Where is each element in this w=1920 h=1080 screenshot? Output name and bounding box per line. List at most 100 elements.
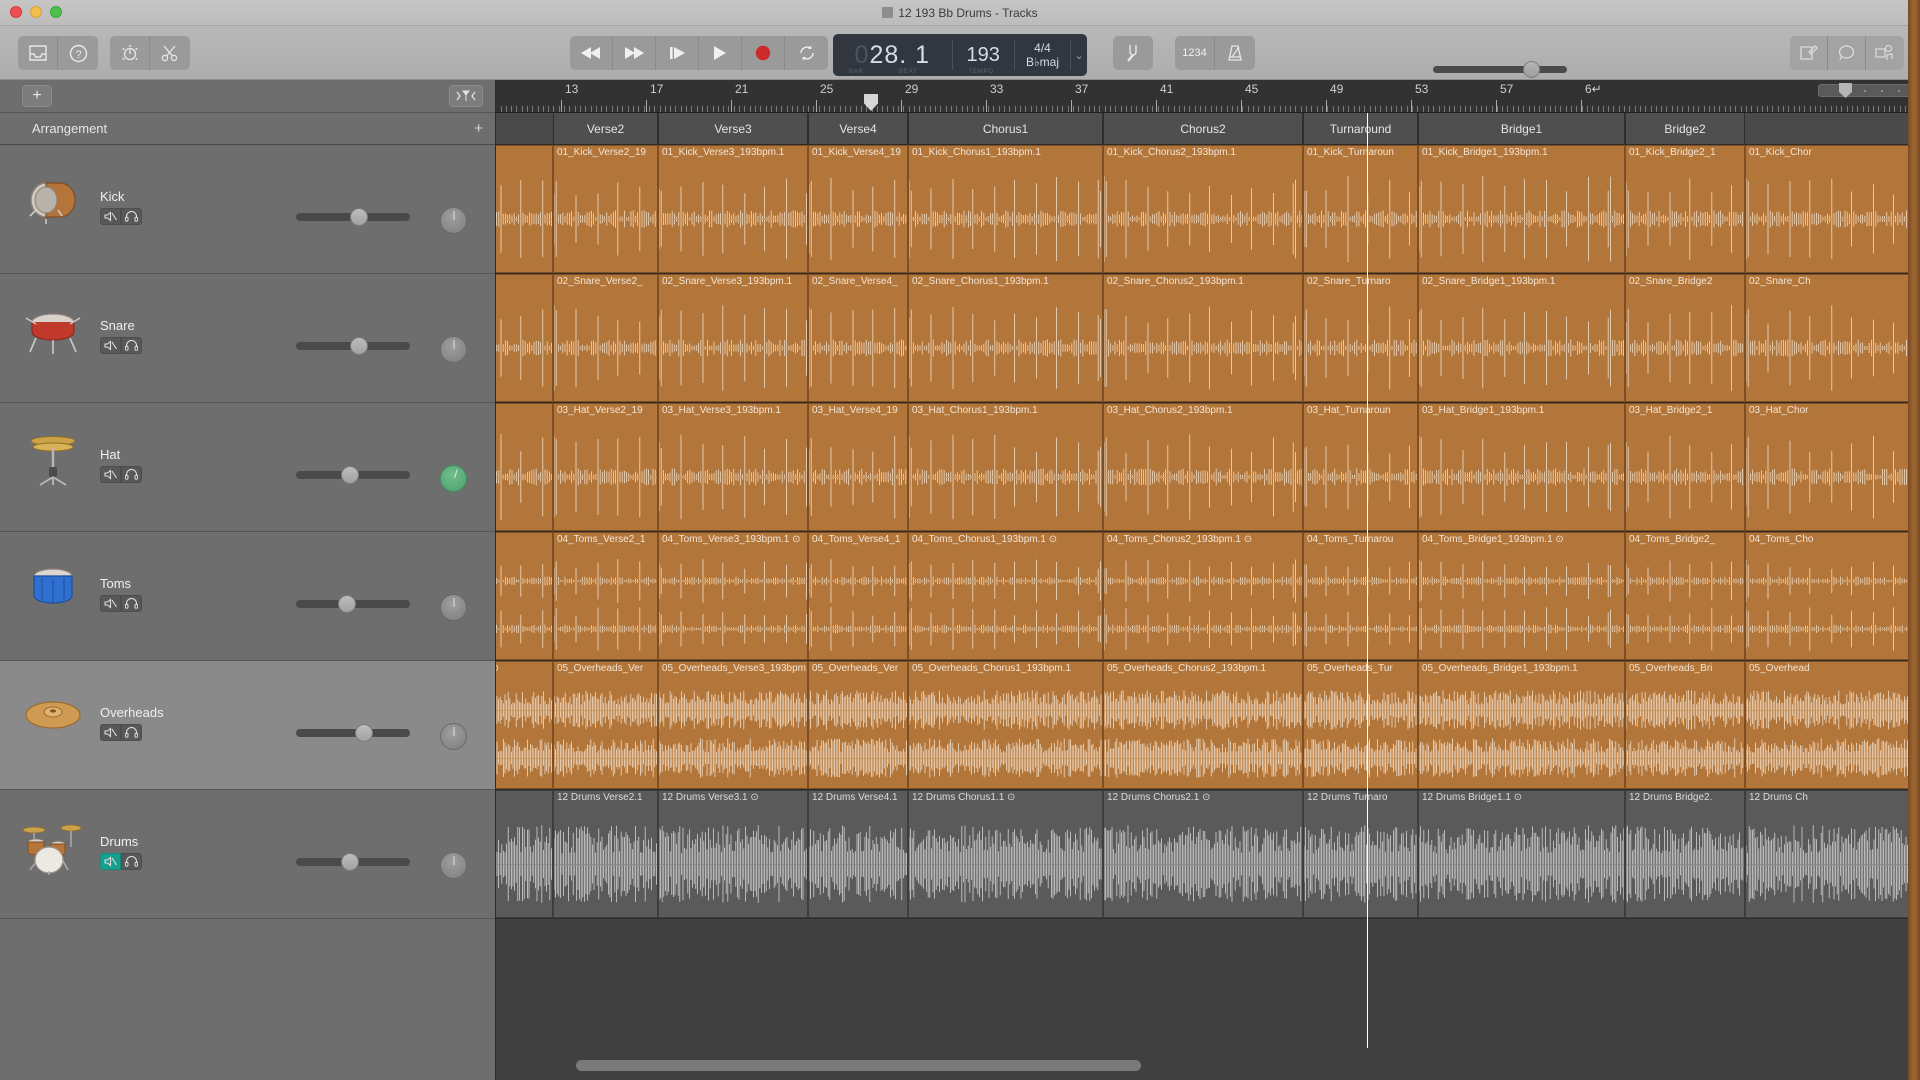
scissors-editors-button[interactable] bbox=[150, 36, 190, 70]
record-button[interactable] bbox=[742, 36, 785, 70]
horizontal-scrollbar-thumb[interactable] bbox=[576, 1060, 1141, 1071]
arrangement-marker[interactable]: Bridge2 bbox=[1625, 113, 1745, 144]
audio-region[interactable]: 04_Toms_Verse2_1 bbox=[553, 532, 658, 660]
horizontal-zoom-slider[interactable] bbox=[1818, 83, 1912, 98]
audio-region[interactable]: 12 Drums Turnaro bbox=[1303, 790, 1418, 918]
lcd-tempo-field[interactable]: 193 TEMPO bbox=[953, 34, 1014, 76]
audio-region[interactable]: 12 Drums Verse3.1 ⊙ bbox=[658, 790, 808, 918]
timeline-area[interactable]: 13 17 21 25 29 33 37 41 45 49 53 57 6↵ Verse2 Verse3 V… bbox=[496, 80, 1920, 1080]
help-question-button[interactable]: ? bbox=[58, 36, 98, 70]
mute-button-toms[interactable] bbox=[100, 595, 121, 612]
solo-button-hat[interactable] bbox=[121, 466, 142, 483]
audio-region[interactable]: 05_Overheads_Tur bbox=[1303, 661, 1418, 789]
audio-region[interactable]: 02_Snare_Bridge1_193bpm.1 bbox=[1418, 274, 1625, 402]
audio-region[interactable]: .1 bbox=[496, 274, 553, 402]
audio-region[interactable]: 01_Kick_Chorus1_193bpm.1 bbox=[908, 145, 1103, 273]
pan-knob-kick[interactable] bbox=[440, 207, 467, 234]
volume-slider-drums[interactable] bbox=[296, 853, 410, 871]
audio-region[interactable]: 02_Snare_Bridge2 bbox=[1625, 274, 1745, 402]
audio-region[interactable] bbox=[496, 790, 553, 918]
volume-slider-hat[interactable] bbox=[296, 466, 410, 484]
solo-button-snare[interactable] bbox=[121, 337, 142, 354]
arrangement-marker[interactable]: Chorus2 bbox=[1103, 113, 1303, 144]
arrangement-marker[interactable]: Verse4 bbox=[808, 113, 908, 144]
audio-region[interactable]: 05_Overheads_Chorus1_193bpm.1 bbox=[908, 661, 1103, 789]
audio-region[interactable]: 05_Overheads_Verse3_193bpm.1 ⊙ bbox=[658, 661, 808, 789]
audio-region[interactable]: 03_Hat_Turnaroun bbox=[1303, 403, 1418, 531]
audio-region[interactable]: 12 Drums Verse4.1 bbox=[808, 790, 908, 918]
track-lane-kick[interactable]: 01_Kick_Verse2_19 01_Kick_Verse3_193bpm.1… bbox=[496, 145, 1920, 274]
zoom-window-button[interactable] bbox=[50, 6, 62, 18]
audio-region[interactable]: 01_Kick_Turnaroun bbox=[1303, 145, 1418, 273]
audio-region[interactable]: 05_Overheads_Chorus2_193bpm.1 bbox=[1103, 661, 1303, 789]
track-lane-toms[interactable]: 1 ⊙ 04_Toms_Verse2_1 04_Toms_Verse3_193bpm… bbox=[496, 532, 1920, 661]
audio-region[interactable]: 03_Hat_Chorus2_193bpm.1 bbox=[1103, 403, 1303, 531]
pan-knob-toms[interactable] bbox=[440, 594, 467, 621]
audio-region[interactable]: 02_Snare_Verse3_193bpm.1 bbox=[658, 274, 808, 402]
go-to-beginning-button[interactable] bbox=[656, 36, 699, 70]
audio-region[interactable] bbox=[496, 145, 553, 273]
audio-region[interactable]: 05_Overheads_Bri bbox=[1625, 661, 1745, 789]
master-volume-knob[interactable] bbox=[1523, 61, 1540, 78]
audio-region[interactable]: 02_Snare_Ch bbox=[1745, 274, 1920, 402]
track-header-snare[interactable]: Snare bbox=[0, 274, 495, 403]
audio-region[interactable]: 03_Hat_Verse2_19 bbox=[553, 403, 658, 531]
audio-region[interactable]: bpm.1 ⊙ bbox=[496, 661, 553, 789]
media-browser-button[interactable] bbox=[1866, 36, 1904, 70]
audio-region[interactable]: 03_Hat_Verse3_193bpm.1 bbox=[658, 403, 808, 531]
audio-region[interactable]: 01_Kick_Verse3_193bpm.1 bbox=[658, 145, 808, 273]
volume-knob[interactable] bbox=[350, 337, 368, 355]
audio-region[interactable]: 12 Drums Chorus2.1 ⊙ bbox=[1103, 790, 1303, 918]
volume-knob[interactable] bbox=[355, 724, 373, 742]
audio-region[interactable]: 01_Kick_Chorus2_193bpm.1 bbox=[1103, 145, 1303, 273]
track-header-kick[interactable]: Kick bbox=[0, 145, 495, 274]
volume-knob[interactable] bbox=[350, 208, 368, 226]
audio-region[interactable]: 03_Hat_Chorus1_193bpm.1 bbox=[908, 403, 1103, 531]
mute-button-kick[interactable] bbox=[100, 208, 121, 225]
audio-region[interactable]: 12 Drums Verse2.1 bbox=[553, 790, 658, 918]
close-window-button[interactable] bbox=[10, 6, 22, 18]
count-in-button[interactable]: 1234 bbox=[1175, 36, 1215, 70]
audio-region[interactable]: 02_Snare_Verse4_ bbox=[808, 274, 908, 402]
zoom-slider-handle[interactable] bbox=[1839, 83, 1852, 98]
add-track-button[interactable]: + bbox=[22, 85, 52, 107]
solo-button-kick[interactable] bbox=[121, 208, 142, 225]
audio-region[interactable]: 04_Toms_Turnarou bbox=[1303, 532, 1418, 660]
arrangement-marker[interactable]: Verse3 bbox=[658, 113, 808, 144]
lcd-position-field[interactable]: 028. 1 BAR BEAT bbox=[833, 34, 952, 76]
audio-region[interactable]: 03_Hat_Verse4_19 bbox=[808, 403, 908, 531]
audio-region[interactable]: 12 Drums Ch bbox=[1745, 790, 1920, 918]
audio-region[interactable]: 02_Snare_Chorus1_193bpm.1 bbox=[908, 274, 1103, 402]
track-header-overheads[interactable]: Overheads bbox=[0, 661, 495, 790]
audio-region[interactable]: 02_Snare_Turnaro bbox=[1303, 274, 1418, 402]
tuning-fork-button[interactable] bbox=[1113, 36, 1153, 70]
note-pad-button[interactable] bbox=[1790, 36, 1828, 70]
track-header-drums[interactable]: Drums bbox=[0, 790, 495, 919]
audio-region[interactable]: 03_Hat_Chor bbox=[1745, 403, 1920, 531]
rewind-button[interactable] bbox=[570, 36, 613, 70]
pan-knob-overheads[interactable] bbox=[440, 723, 467, 750]
volume-slider-toms[interactable] bbox=[296, 595, 410, 613]
pan-knob-drums[interactable] bbox=[440, 852, 467, 879]
metronome-button[interactable] bbox=[1215, 36, 1255, 70]
audio-region[interactable]: 04_Toms_Chorus1_193bpm.1 ⊙ bbox=[908, 532, 1103, 660]
mute-button-overheads[interactable] bbox=[100, 724, 121, 741]
audio-region[interactable]: 04_Toms_Cho bbox=[1745, 532, 1920, 660]
arrangement-marker[interactable]: Bridge1 bbox=[1418, 113, 1625, 144]
audio-region[interactable]: 05_Overheads_Ver bbox=[553, 661, 658, 789]
audio-region[interactable]: 1 ⊙ bbox=[496, 532, 553, 660]
cycle-button[interactable] bbox=[785, 36, 828, 70]
audio-region[interactable]: 05_Overhead bbox=[1745, 661, 1920, 789]
audio-region[interactable]: 04_Toms_Verse4_1 bbox=[808, 532, 908, 660]
master-volume-slider[interactable] bbox=[1433, 61, 1567, 78]
solo-button-toms[interactable] bbox=[121, 595, 142, 612]
arrangement-marker[interactable]: Turnaround bbox=[1303, 113, 1418, 144]
horizontal-scrollbar[interactable] bbox=[496, 1058, 1920, 1072]
arrangement-marker[interactable]: Chorus1 bbox=[908, 113, 1103, 144]
bar-ruler[interactable]: 13 17 21 25 29 33 37 41 45 49 53 57 6↵ bbox=[496, 80, 1920, 113]
smart-controls-button[interactable] bbox=[110, 36, 150, 70]
arrangement-marker-row[interactable]: Verse2 Verse3 Verse4 Chorus1 Chorus2 Turnarou… bbox=[496, 113, 1920, 145]
volume-slider-kick[interactable] bbox=[296, 208, 410, 226]
chevron-down-icon[interactable]: ⌄ bbox=[1071, 34, 1087, 76]
audio-region[interactable]: 04_Toms_Bridge2_ bbox=[1625, 532, 1745, 660]
